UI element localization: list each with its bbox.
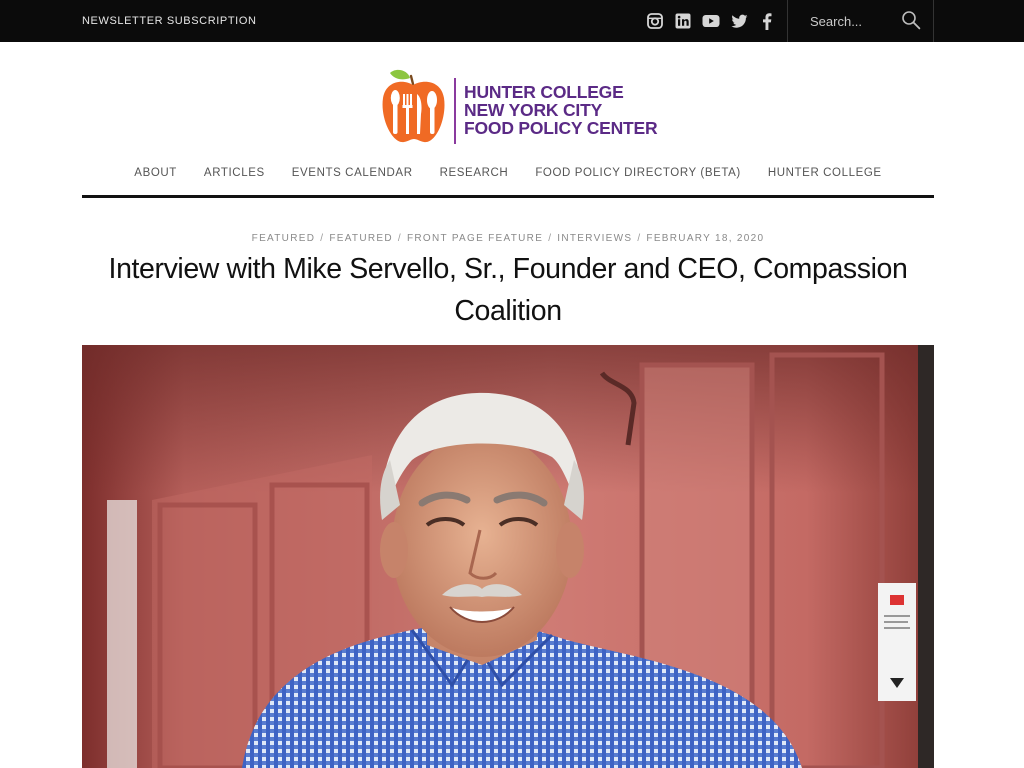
category-link[interactable]: INTERVIEWS [557, 233, 632, 244]
search-box [787, 0, 934, 42]
nav-item-hunter-college[interactable]: HUNTER COLLEGE [754, 165, 895, 181]
category-link[interactable]: FRONT PAGE FEATURE [407, 233, 543, 244]
twitter-icon[interactable] [730, 12, 748, 30]
meta-separator: / [397, 233, 402, 244]
search-input[interactable] [810, 12, 900, 30]
article-date: FEBRUARY 18, 2020 [646, 233, 765, 244]
category-link[interactable]: FEATURED [252, 233, 316, 244]
article-meta: FEATURED / FEATURED / FRONT PAGE FEATURE / INT… [0, 233, 1016, 244]
nav-item-events-calendar[interactable]: EVENTS CALENDAR [278, 165, 426, 181]
newsletter-subscription-link[interactable]: NEWSLETTER SUBSCRIPTION [82, 15, 257, 27]
facebook-icon[interactable] [758, 12, 776, 30]
main-nav: ABOUT ARTICLES EVENTS CALENDAR RESEARCH … [82, 165, 934, 198]
logo-line-1: HUNTER COLLEGE [464, 82, 624, 102]
site-logo[interactable]: HUNTER COLLEGE NEW YORK CITY FOOD POLICY… [380, 68, 658, 148]
nav-item-food-policy-directory[interactable]: FOOD POLICY DIRECTORY (BETA) [522, 165, 755, 181]
nav-item-research[interactable]: RESEARCH [426, 165, 522, 181]
instagram-icon[interactable] [646, 12, 664, 30]
logo-divider [454, 78, 456, 144]
search-icon[interactable] [901, 10, 921, 30]
social-links [646, 11, 776, 31]
nav-item-articles[interactable]: ARTICLES [190, 165, 278, 181]
category-link[interactable]: FEATURED [329, 233, 393, 244]
article-title: Interview with Mike Servello, Sr., Found… [108, 253, 908, 327]
logo-line-2: NEW YORK CITY [464, 100, 603, 120]
meta-separator: / [637, 233, 642, 244]
top-bar: NEWSLETTER SUBSCRIPTION [0, 0, 1024, 42]
apple-logo-icon [382, 69, 445, 143]
article-hero-image [82, 345, 934, 768]
youtube-icon[interactable] [702, 12, 720, 30]
linkedin-icon[interactable] [674, 12, 692, 30]
nav-item-about[interactable]: ABOUT [121, 165, 191, 181]
logo-text: HUNTER COLLEGE NEW YORK CITY FOOD POLICY… [464, 82, 658, 138]
logo-line-3: FOOD POLICY CENTER [464, 118, 658, 138]
meta-separator: / [320, 233, 325, 244]
meta-separator: / [548, 233, 553, 244]
